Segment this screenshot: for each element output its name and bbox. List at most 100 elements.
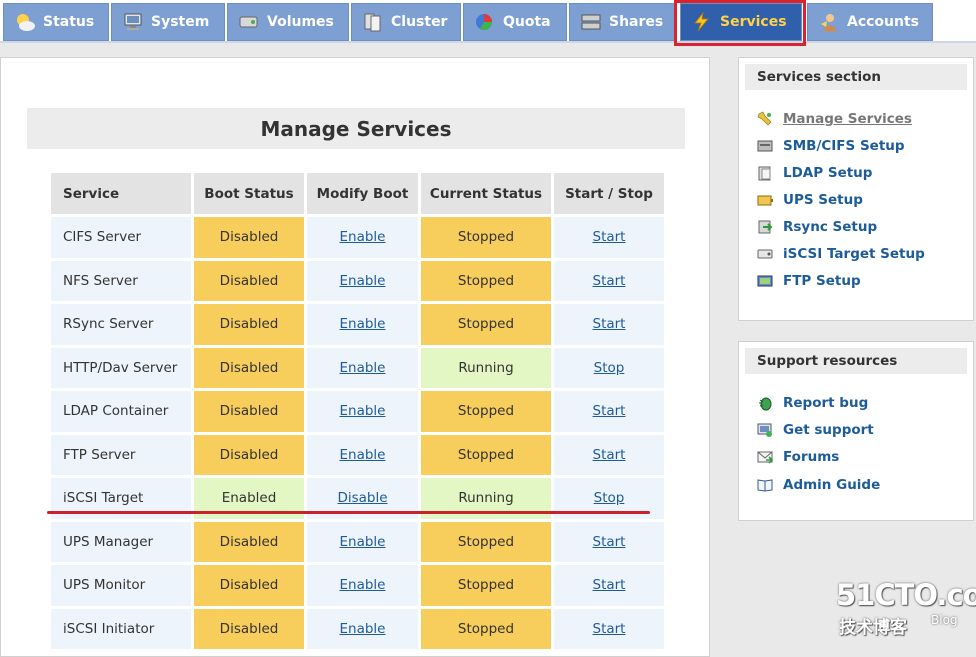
tab-status[interactable]: Status — [3, 3, 109, 41]
boot-status-cell: Disabled — [194, 304, 304, 345]
service-name: HTTP/Dav Server — [51, 347, 191, 388]
wrench-icon — [757, 111, 773, 127]
table-row: HTTP/Dav Server Disabled Enable Running … — [51, 347, 664, 388]
enable-link[interactable]: Enable — [340, 316, 386, 332]
sidebar-item-iscsi-target-setup[interactable]: iSCSI Target Setup — [757, 245, 925, 263]
top-nav: Status System Volumes Cluster Quota Shar… — [0, 0, 976, 43]
column-header-modify-boot: Modify Boot — [307, 173, 418, 214]
start-link[interactable]: Start — [593, 403, 626, 419]
annotation-underline — [47, 511, 650, 514]
column-header-start-stop: Start / Stop — [554, 173, 664, 214]
services-table: Service Boot Status Modify Boot Current … — [48, 170, 667, 652]
sidebar-item-label: UPS Setup — [783, 192, 863, 208]
sidebar-item-label: Admin Guide — [783, 477, 881, 493]
table-row: UPS Monitor Disabled Enable Stopped Star… — [51, 565, 664, 606]
tab-volumes[interactable]: Volumes — [227, 3, 349, 41]
enable-link[interactable]: Enable — [340, 534, 386, 550]
tab-cluster[interactable]: Cluster — [351, 3, 461, 41]
status-icon — [14, 12, 36, 32]
boot-status-cell: Disabled — [194, 347, 304, 388]
tab-system[interactable]: System — [111, 3, 225, 41]
start-link[interactable]: Start — [593, 447, 626, 463]
boot-status-cell: Disabled — [194, 565, 304, 606]
stop-link[interactable]: Stop — [594, 490, 625, 506]
table-row: LDAP Container Disabled Enable Stopped S… — [51, 391, 664, 432]
bug-icon — [757, 395, 773, 411]
start-link[interactable]: Start — [593, 229, 626, 245]
table-row: RSync Server Disabled Enable Stopped Sta… — [51, 304, 664, 345]
modify-boot-cell: Enable — [307, 347, 418, 388]
sidebar-item-admin-guide[interactable]: Admin Guide — [757, 476, 880, 494]
sidebar-item-get-support[interactable]: Get support — [757, 421, 874, 439]
enable-link[interactable]: Enable — [340, 360, 386, 376]
service-name: RSync Server — [51, 304, 191, 345]
current-status-cell: Stopped — [421, 260, 551, 301]
boot-status-cell: Disabled — [194, 391, 304, 432]
boot-status-cell: Disabled — [194, 521, 304, 562]
sidebar-item-label: SMB/CIFS Setup — [783, 138, 905, 154]
sidebar-item-rsync-setup[interactable]: Rsync Setup — [757, 218, 877, 236]
watermark-site: 51CTO.com — [836, 578, 976, 612]
ldap-icon — [757, 165, 773, 181]
modify-boot-cell: Enable — [307, 217, 418, 258]
sidebar-item-label: Report bug — [783, 395, 869, 411]
tab-shares[interactable]: Shares — [569, 3, 676, 41]
enable-link[interactable]: Enable — [340, 229, 386, 245]
shares-icon — [580, 12, 602, 32]
sidebar-item-label: Get support — [783, 422, 874, 438]
enable-link[interactable]: Enable — [340, 577, 386, 593]
services-section-panel: Services section Manage Services SMB/CIF… — [738, 57, 974, 321]
sidebar-item-label: Rsync Setup — [783, 219, 878, 235]
page-title: Manage Services — [27, 108, 685, 149]
modify-boot-cell: Enable — [307, 391, 418, 432]
current-status-cell: Stopped — [421, 608, 551, 649]
services-icon — [691, 11, 713, 32]
modify-boot-cell: Enable — [307, 434, 418, 475]
current-status-cell: Stopped — [421, 304, 551, 345]
stop-link[interactable]: Stop — [594, 360, 625, 376]
start-stop-cell: Start — [554, 260, 664, 301]
sidebar-item-ldap-setup[interactable]: LDAP Setup — [757, 164, 872, 182]
tab-quota[interactable]: Quota — [463, 3, 567, 41]
sidebar-item-report-bug[interactable]: Report bug — [757, 394, 868, 412]
watermark-sub: 技术博客 — [839, 618, 907, 638]
table-header-row: Service Boot Status Modify Boot Current … — [51, 173, 664, 214]
volumes-icon — [238, 12, 260, 32]
tab-accounts[interactable]: Accounts — [807, 3, 933, 41]
start-link[interactable]: Start — [593, 316, 626, 332]
system-icon — [122, 12, 144, 32]
enable-link[interactable]: Enable — [340, 447, 386, 463]
current-status-cell: Stopped — [421, 391, 551, 432]
table-row: FTP Server Disabled Enable Stopped Start — [51, 434, 664, 475]
start-link[interactable]: Start — [593, 621, 626, 637]
boot-status-cell: Disabled — [194, 260, 304, 301]
sidebar-item-ups-setup[interactable]: UPS Setup — [757, 191, 863, 209]
watermark-blog: Blog — [931, 613, 958, 627]
sidebar-item-manage-services[interactable]: Manage Services — [757, 110, 912, 128]
tab-label: Cluster — [391, 14, 448, 30]
service-name: LDAP Container — [51, 391, 191, 432]
modify-boot-cell: Enable — [307, 521, 418, 562]
enable-link[interactable]: Enable — [340, 621, 386, 637]
column-header-boot-status: Boot Status — [194, 173, 304, 214]
boot-status-cell: Disabled — [194, 434, 304, 475]
sidebar-item-label: Forums — [783, 449, 840, 465]
disable-link[interactable]: Disable — [337, 490, 387, 506]
start-stop-cell: Start — [554, 565, 664, 606]
start-link[interactable]: Start — [593, 534, 626, 550]
sidebar-item-label: Manage Services — [783, 111, 912, 127]
quota-icon — [474, 12, 496, 32]
modify-boot-cell: Enable — [307, 304, 418, 345]
sidebar-item-forums[interactable]: Forums — [757, 448, 839, 466]
sidebar-item-ftp-setup[interactable]: FTP Setup — [757, 272, 861, 290]
start-stop-cell: Start — [554, 521, 664, 562]
sidebar-item-smb-cifs-setup[interactable]: SMB/CIFS Setup — [757, 137, 905, 155]
tab-label: Services — [720, 14, 787, 30]
current-status-cell: Running — [421, 347, 551, 388]
start-link[interactable]: Start — [593, 273, 626, 289]
start-link[interactable]: Start — [593, 577, 626, 593]
enable-link[interactable]: Enable — [340, 403, 386, 419]
tab-services[interactable]: Services — [680, 3, 802, 41]
enable-link[interactable]: Enable — [340, 273, 386, 289]
service-name: UPS Manager — [51, 521, 191, 562]
